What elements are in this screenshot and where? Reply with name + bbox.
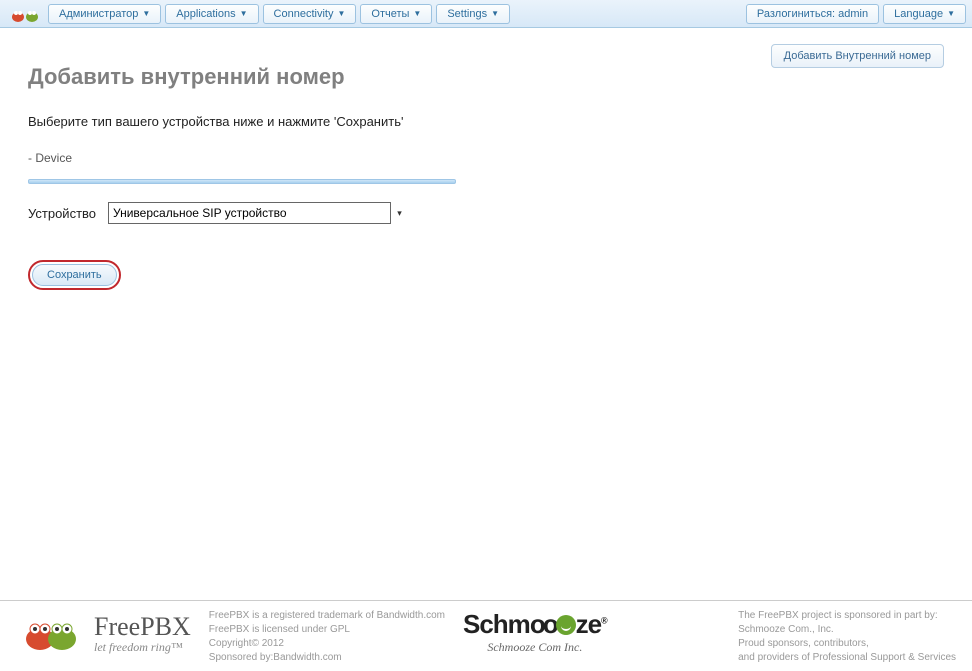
menu-language-label: Language xyxy=(894,8,943,20)
chevron-down-icon: ▼ xyxy=(240,9,248,18)
footer-line: Copyright© 2012 xyxy=(209,637,445,651)
freepbx-tagline: let freedom ring™ xyxy=(94,640,191,655)
page-title: Добавить внутренний номер xyxy=(28,64,944,90)
schmooze-sub: Schmooze Com Inc. xyxy=(487,640,582,655)
footer-line: The FreePBX project is sponsored in part… xyxy=(738,609,956,623)
device-row: Устройство Универсальное SIP устройство … xyxy=(28,202,944,224)
instruction-text: Выберите тип вашего устройства ниже и на… xyxy=(28,114,944,129)
menu-connectivity-label: Connectivity xyxy=(274,8,334,20)
save-button[interactable]: Сохранить xyxy=(32,264,117,286)
device-select[interactable]: Универсальное SIP устройство xyxy=(108,202,408,224)
freepbx-text: FreePBX let freedom ring™ xyxy=(94,612,191,655)
freepbx-small-logo xyxy=(6,3,44,25)
schmooze-main: Schmooze® xyxy=(463,609,607,640)
freepbx-footer-logo: FreePBX let freedom ring™ xyxy=(16,609,191,657)
footer: FreePBX let freedom ring™ FreePBX is a r… xyxy=(0,600,972,671)
footer-info-right: The FreePBX project is sponsored in part… xyxy=(738,609,956,665)
freepbx-name: FreePBX xyxy=(94,612,191,642)
top-menu-bar: Администратор ▼ Applications ▼ Connectiv… xyxy=(0,0,972,28)
main-content: Добавить внутренний номер Выберите тип в… xyxy=(0,28,972,310)
menu-reports-label: Отчеты xyxy=(371,8,409,20)
section-divider xyxy=(28,179,456,184)
footer-line: and providers of Professional Support & … xyxy=(738,651,956,665)
menu-connectivity[interactable]: Connectivity ▼ xyxy=(263,4,357,24)
schmooze-logo: Schmooze® Schmooze Com Inc. xyxy=(463,609,607,655)
footer-info-left: FreePBX is a registered trademark of Ban… xyxy=(209,609,445,665)
device-label: Устройство xyxy=(28,206,96,221)
device-select-wrap: Универсальное SIP устройство ▾ xyxy=(108,202,408,224)
footer-line: Sponsored by:Bandwidth.com xyxy=(209,651,445,665)
logout-button[interactable]: Разлогиниться: admin xyxy=(746,4,879,24)
chevron-down-icon: ▼ xyxy=(337,9,345,18)
frog-icon xyxy=(16,609,86,657)
chevron-down-icon: ▼ xyxy=(413,9,421,18)
menu-settings-label: Settings xyxy=(447,8,487,20)
chevron-down-icon: ▼ xyxy=(947,9,955,18)
footer-line: FreePBX is licensed under GPL xyxy=(209,623,445,637)
menu-language[interactable]: Language ▼ xyxy=(883,4,966,24)
footer-line: FreePBX is a registered trademark of Ban… xyxy=(209,609,445,623)
menu-admin-label: Администратор xyxy=(59,8,138,20)
menu-applications-label: Applications xyxy=(176,8,235,20)
save-button-highlight: Сохранить xyxy=(28,260,121,290)
chevron-down-icon: ▼ xyxy=(491,9,499,18)
menu-applications[interactable]: Applications ▼ xyxy=(165,4,258,24)
chevron-down-icon: ▼ xyxy=(142,9,150,18)
logout-label: Разлогиниться: admin xyxy=(757,8,868,20)
footer-line: Proud sponsors, contributors, xyxy=(738,637,956,651)
footer-line: Schmooze Com., Inc. xyxy=(738,623,956,637)
menu-settings[interactable]: Settings ▼ xyxy=(436,4,510,24)
menu-reports[interactable]: Отчеты ▼ xyxy=(360,4,432,24)
menu-admin[interactable]: Администратор ▼ xyxy=(48,4,161,24)
section-label: - Device xyxy=(28,151,944,165)
smiley-icon xyxy=(556,615,576,635)
